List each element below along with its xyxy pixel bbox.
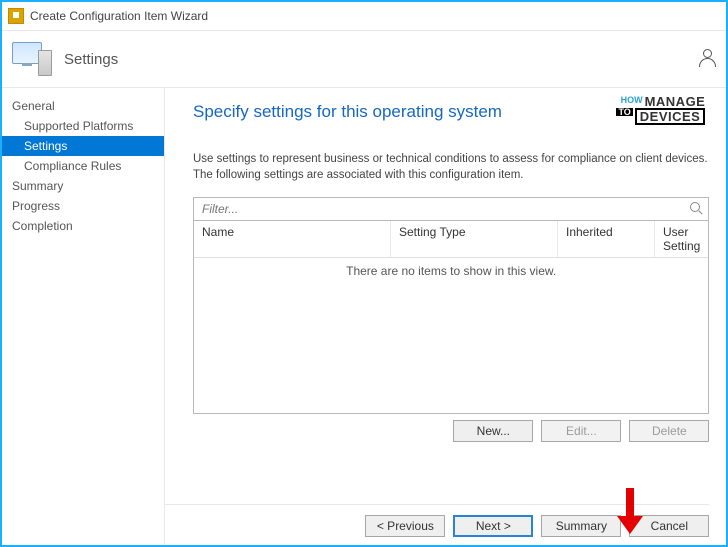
wizard-header: Settings bbox=[2, 31, 726, 88]
column-setting-type[interactable]: Setting Type bbox=[391, 221, 558, 257]
column-user-setting[interactable]: User Setting bbox=[655, 221, 708, 257]
sidebar-item-compliance-rules[interactable]: Compliance Rules bbox=[2, 156, 164, 176]
wizard-footer: < Previous Next > Summary Cancel bbox=[165, 504, 709, 537]
sidebar-item-progress[interactable]: Progress bbox=[2, 196, 164, 216]
previous-button[interactable]: < Previous bbox=[365, 515, 445, 537]
watermark-how: HOW bbox=[621, 96, 643, 105]
sidebar-item-summary[interactable]: Summary bbox=[2, 176, 164, 196]
wizard-sidebar: General Supported Platforms Settings Com… bbox=[2, 88, 165, 547]
wizard-content: HOWMANAGE TODEVICES Specify settings for… bbox=[165, 88, 727, 547]
delete-button: Delete bbox=[629, 420, 709, 442]
column-inherited[interactable]: Inherited bbox=[558, 221, 655, 257]
summary-button[interactable]: Summary bbox=[541, 515, 621, 537]
wizard-body: General Supported Platforms Settings Com… bbox=[2, 88, 726, 547]
new-button[interactable]: New... bbox=[453, 420, 533, 442]
window-title: Create Configuration Item Wizard bbox=[30, 9, 208, 23]
title-bar: Create Configuration Item Wizard bbox=[2, 2, 726, 31]
watermark-logo: HOWMANAGE TODEVICES bbox=[616, 96, 705, 125]
listview-empty-text: There are no items to show in this view. bbox=[194, 258, 708, 413]
sidebar-item-settings[interactable]: Settings bbox=[2, 136, 164, 156]
settings-listview[interactable]: Name Setting Type Inherited User Setting… bbox=[193, 221, 709, 414]
list-action-buttons: New... Edit... Delete bbox=[193, 420, 709, 442]
listview-header: Name Setting Type Inherited User Setting bbox=[194, 221, 708, 258]
next-button[interactable]: Next > bbox=[453, 515, 533, 537]
column-name[interactable]: Name bbox=[194, 221, 391, 257]
person-icon bbox=[698, 49, 716, 67]
page-description: Use settings to represent business or te… bbox=[193, 152, 709, 183]
header-step-label: Settings bbox=[64, 51, 118, 68]
filter-row bbox=[193, 197, 709, 221]
filter-input[interactable] bbox=[200, 201, 690, 217]
sidebar-item-general[interactable]: General bbox=[2, 96, 164, 116]
watermark-to: TO bbox=[616, 108, 632, 116]
search-icon[interactable] bbox=[690, 202, 704, 216]
app-icon bbox=[8, 8, 24, 24]
edit-button: Edit... bbox=[541, 420, 621, 442]
cancel-button[interactable]: Cancel bbox=[629, 515, 709, 537]
wizard-window: Create Configuration Item Wizard Setting… bbox=[0, 0, 728, 547]
sidebar-item-supported-platforms[interactable]: Supported Platforms bbox=[2, 116, 164, 136]
sidebar-item-completion[interactable]: Completion bbox=[2, 216, 164, 236]
computer-icon bbox=[12, 42, 52, 76]
